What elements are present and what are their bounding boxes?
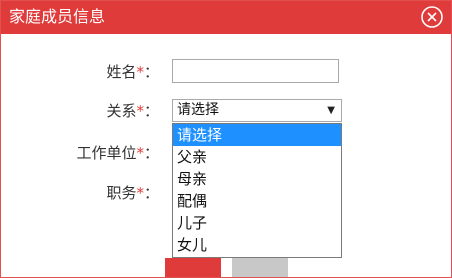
dropdown-option[interactable]: 请选择 — [173, 124, 341, 146]
position-label: 职务*： — [59, 183, 159, 203]
relation-dropdown-list: 请选择 父亲 母亲 配偶 儿子 女儿 — [172, 123, 342, 258]
required-mark: * — [136, 184, 144, 202]
save-button[interactable] — [165, 258, 221, 277]
position-label-text: 职务 — [106, 184, 137, 202]
family-member-dialog: 家庭成员信息 姓名*： 关系*： 请选择 ▼ 工作单位*： 职务*： 请选择 父… — [0, 0, 452, 278]
workplace-label: 工作单位*： — [59, 143, 159, 163]
relation-select[interactable]: 请选择 ▼ — [172, 99, 342, 122]
workplace-label-text: 工作单位 — [76, 144, 137, 162]
dropdown-arrow-icon: ▼ — [327, 105, 335, 116]
colon: ： — [143, 144, 159, 162]
name-input[interactable] — [172, 59, 339, 83]
required-mark: * — [136, 102, 144, 120]
dialog-titlebar: 家庭成员信息 — [1, 1, 451, 34]
close-button[interactable] — [420, 5, 444, 29]
relation-label: 关系*： — [59, 101, 159, 121]
cancel-button[interactable] — [232, 258, 288, 277]
dropdown-option[interactable]: 女儿 — [173, 234, 341, 256]
close-icon — [421, 6, 443, 28]
colon: ： — [143, 184, 159, 202]
required-mark: * — [136, 63, 144, 81]
dropdown-option[interactable]: 儿子 — [173, 212, 341, 234]
dropdown-option[interactable]: 配偶 — [173, 190, 341, 212]
relation-label-text: 关系 — [106, 102, 137, 120]
name-label: 姓名*： — [59, 62, 159, 82]
required-mark: * — [136, 144, 144, 162]
name-label-text: 姓名 — [106, 63, 137, 81]
dropdown-option[interactable]: 父亲 — [173, 146, 341, 168]
dropdown-option[interactable]: 母亲 — [173, 168, 341, 190]
colon: ： — [143, 102, 159, 120]
colon: ： — [143, 63, 159, 81]
dialog-title: 家庭成员信息 — [9, 7, 106, 26]
relation-select-value: 请选择 — [177, 102, 219, 118]
